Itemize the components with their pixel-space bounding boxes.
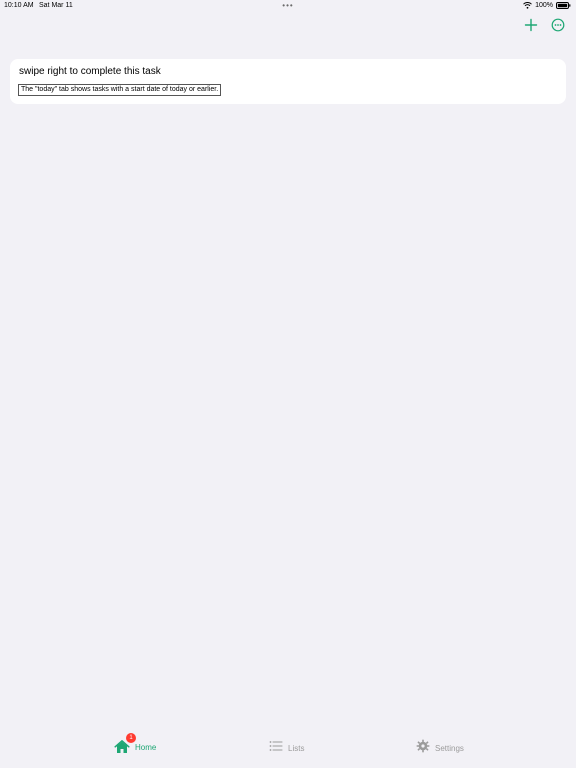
- status-time: 10:10 AM: [4, 2, 34, 9]
- task-title: swipe right to complete this task: [19, 66, 161, 77]
- task-hint: The "today" tab shows tasks with a start…: [18, 84, 222, 97]
- battery-icon: [556, 2, 571, 9]
- task-card[interactable]: swipe right to complete this task The "t…: [10, 59, 566, 104]
- tab-settings[interactable]: Settings: [416, 739, 464, 758]
- plus-icon[interactable]: [523, 17, 539, 33]
- wifi-icon: [523, 2, 532, 9]
- battery-percent: 100%: [535, 2, 553, 9]
- gear-icon: [416, 739, 430, 758]
- tab-home[interactable]: 1 Home: [114, 733, 157, 755]
- status-date: Sat Mar 11: [39, 2, 73, 9]
- home-badge: 1: [126, 733, 136, 743]
- status-indicators: 100%: [523, 2, 571, 9]
- multitasking-dots[interactable]: •••: [282, 1, 293, 10]
- tab-home-label: Home: [135, 742, 157, 752]
- toolbar-actions: [523, 17, 566, 33]
- status-bar: 10:10 AM Sat Mar 11 ••• 100%: [0, 0, 576, 12]
- tab-lists-label: Lists: [288, 743, 305, 753]
- tab-settings-label: Settings: [435, 744, 464, 753]
- list-icon: [269, 739, 283, 757]
- tab-bar: 1 Home Lists Settings: [0, 733, 576, 768]
- house-icon: 1: [114, 733, 136, 755]
- ellipsis-circle-icon[interactable]: [550, 17, 566, 33]
- tab-lists[interactable]: Lists: [269, 739, 304, 757]
